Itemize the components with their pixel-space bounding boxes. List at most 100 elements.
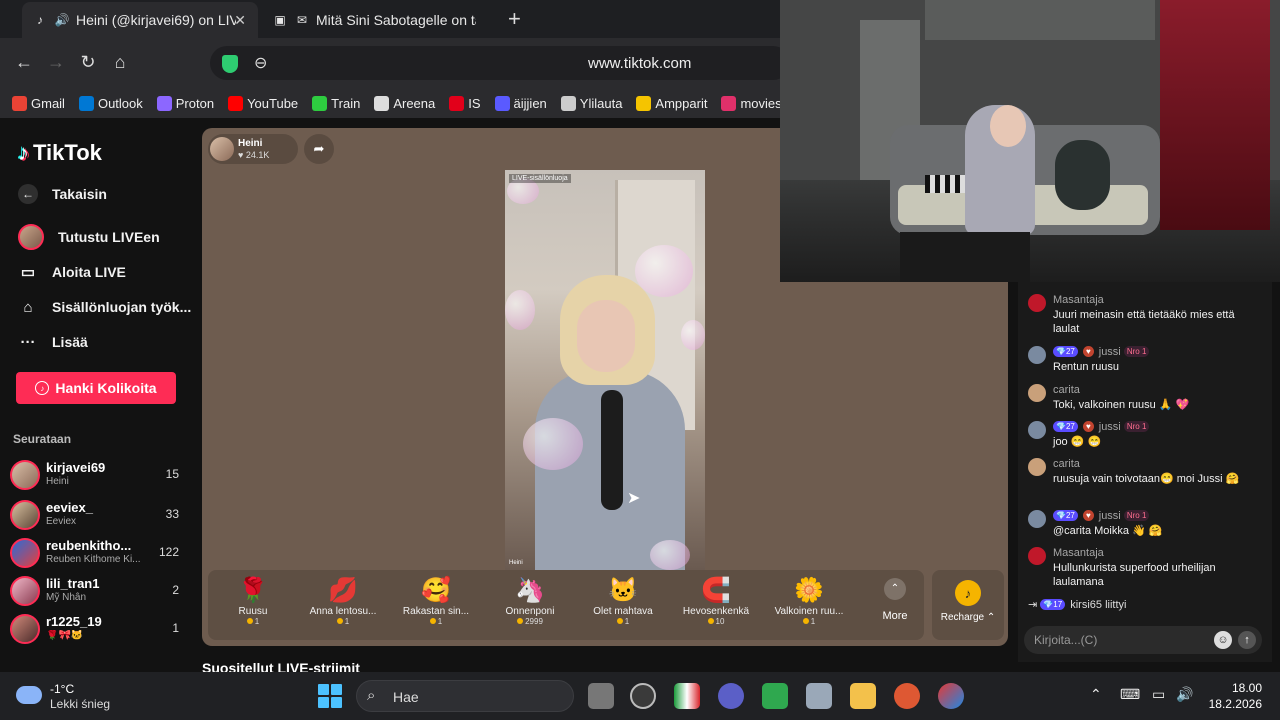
home-icon[interactable]: ⌂ [108,50,132,74]
chat-username[interactable]: Masantaja [1053,294,1104,306]
heart-bubble-icon [681,320,705,350]
chat-panel: Masantaja Juuri meinasin että tietääkö m… [1018,272,1272,662]
forward-arrow-icon[interactable]: → [44,50,68,74]
bookmark-is[interactable]: IS [449,95,481,111]
emoji-icon[interactable]: ☺ [1214,631,1232,649]
recharge-button[interactable]: ♪ Recharge ⌃ [932,570,1004,640]
speaker-icon[interactable]: 🔊 [54,12,70,28]
calculator-icon[interactable] [806,683,832,709]
gift-item[interactable]: 💋 Anna lentosu... 1 [298,576,388,626]
windows-start-icon[interactable] [318,684,342,708]
app-icon[interactable] [762,683,788,709]
bookmark-train[interactable]: Train [312,95,360,111]
app-icon[interactable] [718,683,744,709]
zoom-out-icon[interactable]: ⊖ [254,53,267,73]
fan-badge: ♥ [1082,346,1094,357]
url-text[interactable]: www.tiktok.com [588,55,691,72]
avatar[interactable] [1028,510,1046,528]
chat-username[interactable]: Masantaja [1053,547,1104,559]
bookmark-youtube[interactable]: YouTube [228,95,298,111]
following-item[interactable]: r1225_19 🌹🎀🐱 1 [10,612,185,648]
keyboard-icon[interactable]: ⌨ [1120,686,1140,703]
level-badge: 💎27 [1053,510,1078,521]
gift-item[interactable]: 🥰 Rakastan sin... 1 [391,576,481,626]
share-icon[interactable]: ➦ [304,134,334,164]
gift-item[interactable]: 🐱 Olet mahtava 1 [578,576,668,626]
bookmark-ylilauta[interactable]: Ylilauta [560,95,622,111]
youtube-icon [228,95,244,111]
close-tab-icon[interactable]: ✕ [234,12,246,29]
avatar[interactable] [1028,346,1046,364]
duckduckgo-icon[interactable] [894,683,920,709]
go-live-link[interactable]: ▭ Aloita LIVE [18,262,126,282]
bookmark-movies[interactable]: movies [721,95,782,111]
gift-price: 1 [391,617,481,626]
taskbar-search[interactable]: ⌕ Hae [356,680,574,712]
viewer-count: 1 [172,621,179,635]
clock[interactable]: 18.00 18.2.2026 [1202,680,1262,712]
avatar[interactable] [1028,421,1046,439]
bookmark-gmail[interactable]: Gmail [12,95,65,111]
gift-item[interactable]: 🌼 Valkoinen ruu... 1 [764,576,854,626]
areena-icon [374,95,390,111]
bookmark-outlook[interactable]: Outlook [78,95,143,111]
white-rose-icon: 🌼 [794,577,824,604]
chat-user-line[interactable]: 💎27 ♥ jussi Nro 1 [1053,421,1151,433]
following-item[interactable]: eeviex_ Eeviex 33 [10,498,185,534]
back-arrow-icon[interactable]: ← [12,50,36,74]
bookmark-ampparit[interactable]: Ampparit [636,95,707,111]
new-tab-button[interactable]: + [508,6,521,32]
reload-icon[interactable]: ↻ [76,50,100,74]
live-video[interactable]: LIVE-sisällönluoja Heini [505,170,705,570]
outlook-icon [78,95,94,111]
bookmark-proton[interactable]: Proton [156,95,214,111]
following-item[interactable]: lili_tran1 Mỹ Nhân 2 [10,574,185,610]
host-info[interactable]: Heini ♥ 24.1K [208,134,298,164]
chevron-up-icon[interactable]: ⌃ [1090,686,1102,703]
explore-live-link[interactable]: Tutustu LIVEen [18,224,160,250]
chat-input[interactable]: Kirjoita...(C) ☺ ↑ [1024,626,1262,654]
chat-username[interactable]: carita [1053,384,1080,396]
security-shield-icon[interactable] [222,55,238,73]
more-gifts-button[interactable]: ⌃ More [870,578,920,622]
following-item[interactable]: kirjavei69 Heini 15 [10,458,185,494]
following-item[interactable]: reubenkitho... Reuben Kithome Ki... 122 [10,536,185,572]
gift-item[interactable]: 🧲 Hevosenkenkä 10 [671,576,761,626]
tab-tiktok-live[interactable]: ♪ 🔊 Heini (@kirjavei69) on LIVE ✕ [22,2,258,38]
tab-news[interactable]: ▣ ✉ Mitä Sini Sabotagelle on tapahtunut [262,2,498,38]
gift-item[interactable]: 🦄 Onnenponi 2999 [485,576,575,626]
back-link[interactable]: ← Takaisin [18,184,107,204]
address-field[interactable] [210,46,790,80]
app-icon[interactable] [674,683,700,709]
snow-cloud-icon [16,686,42,704]
app-icon[interactable] [938,683,964,709]
avatar[interactable] [1028,547,1046,565]
chat-user-line[interactable]: 💎27 ♥ jussi Nro 1 [1053,346,1151,358]
following-name: lili_tran1 [46,576,100,591]
weather-text: Lekki śnieg [50,697,111,711]
gift-item[interactable]: 🌹 Ruusu 1 [208,576,298,626]
creator-tools-link[interactable]: ⌂ Sisällönluojan työk... [18,297,191,317]
bookmark-areena[interactable]: Areena [374,95,435,111]
more-link[interactable]: ··· Lisää [18,332,88,352]
avatar[interactable] [1028,384,1046,402]
weather-widget[interactable]: -1°C Lekki śnieg [16,680,136,714]
task-view-icon[interactable] [588,683,614,709]
more-label: Lisää [52,334,88,350]
chat-username[interactable]: carita [1053,458,1080,470]
network-icon[interactable]: ▭ [1152,686,1165,703]
avatar[interactable] [1028,294,1046,312]
volume-icon[interactable]: 🔊 [1176,686,1193,703]
app-icon[interactable] [630,683,656,709]
rose-icon: 🌹 [238,577,268,604]
chat-user-line[interactable]: 💎27 ♥ jussi Nro 1 [1053,510,1151,522]
creator-tag: LIVE-sisällönluoja [509,174,571,183]
bookmark-aijjien[interactable]: äijjien [494,95,547,111]
get-coins-button[interactable]: ♪ Hanki Kolikoita [16,372,176,404]
send-arrow-icon[interactable]: ↑ [1238,631,1256,649]
join-username[interactable]: kirsi65 [1070,599,1102,611]
folder-icon[interactable] [850,683,876,709]
avatar[interactable] [1028,458,1046,476]
recharge-label: Recharge ⌃ [940,612,996,623]
tiktok-logo[interactable]: ♪ TikTok [18,140,102,166]
